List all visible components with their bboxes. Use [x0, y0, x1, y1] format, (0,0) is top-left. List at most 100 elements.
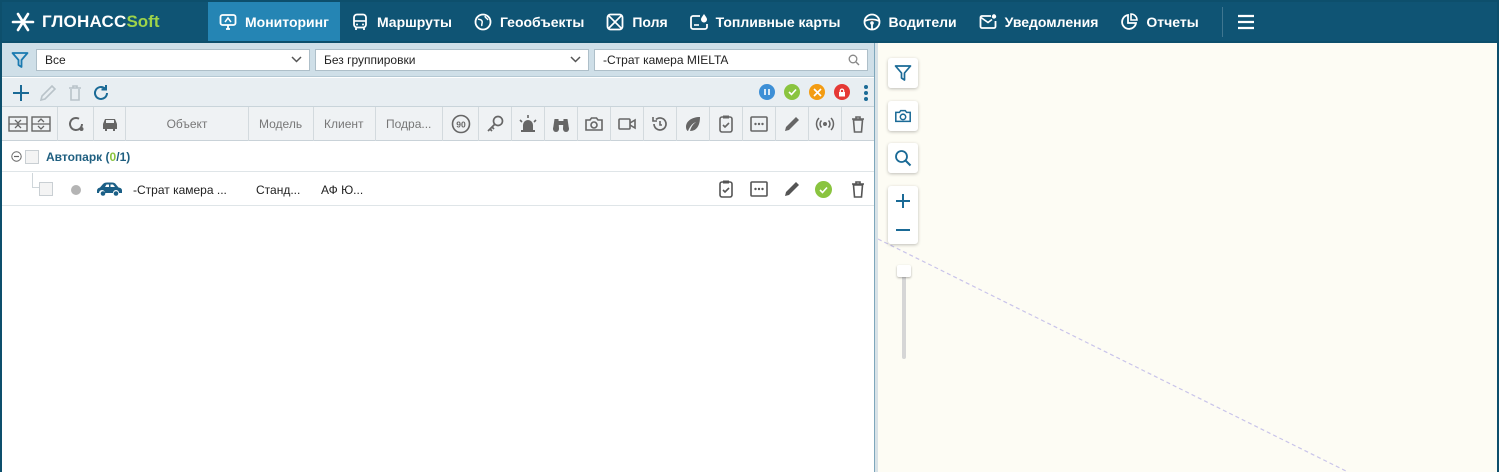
car-icon [102, 119, 117, 131]
field-icon [606, 13, 624, 30]
paused-filter-icon[interactable] [759, 84, 775, 100]
nav-geoobjects[interactable]: Геообъекты [463, 2, 595, 41]
logo-text: ГЛОНАСС [42, 11, 127, 31]
edit-column[interactable] [776, 107, 809, 141]
table-header: Объект Модель Клиент Подра... 90 [2, 107, 874, 141]
model-column-header[interactable]: Модель [249, 107, 314, 141]
search-input[interactable]: -Страт камера MIELTA [594, 49, 868, 71]
nav-fields[interactable]: Поля [595, 2, 678, 41]
status-refresh-icon [68, 117, 83, 131]
map-route-line [878, 238, 1349, 472]
more-column[interactable] [743, 107, 776, 141]
more-vertical-icon[interactable] [863, 84, 869, 102]
signal-icon [815, 117, 835, 131]
zoom-in-icon[interactable] [895, 193, 911, 209]
objects-panel: Все Без группировки -Страт камера MIELTA [2, 43, 874, 472]
group-row[interactable]: Автопарк (0/1) [2, 142, 874, 172]
table-row[interactable]: -Страт камера ... Станд... АФ Ю... [2, 173, 874, 206]
alarm-column[interactable] [512, 107, 545, 141]
status-column[interactable] [58, 107, 94, 141]
mail-icon [979, 13, 997, 29]
grouping-select[interactable]: Без группировки [315, 49, 589, 71]
zoom-out-icon[interactable] [895, 222, 911, 238]
status-select[interactable]: Все [36, 49, 310, 71]
object-column-label: Объект [166, 117, 208, 131]
refresh-icon[interactable] [91, 83, 111, 103]
online-status-icon[interactable] [815, 181, 832, 198]
client-column-header[interactable]: Клиент [314, 107, 376, 141]
eco-column[interactable] [677, 107, 710, 141]
group-checkbox[interactable] [25, 150, 39, 164]
nav-drivers[interactable]: Водители [852, 2, 968, 41]
client-column-label: Клиент [324, 117, 364, 131]
tasks-column[interactable] [710, 107, 743, 141]
zoom-slider-track[interactable] [902, 265, 906, 359]
nav-divider [1221, 6, 1223, 37]
zoom-control [888, 186, 918, 244]
bus-icon [353, 13, 367, 30]
logo[interactable]: ГЛОНАСС Soft [2, 2, 208, 41]
key-icon [487, 115, 504, 132]
division-column-label: Подра... [386, 117, 432, 131]
ignition-column[interactable] [479, 107, 512, 141]
locked-filter-icon[interactable] [834, 84, 850, 100]
more-box-icon[interactable] [749, 179, 769, 199]
nav-routes[interactable]: Маршруты [340, 2, 463, 41]
trash-icon[interactable] [848, 179, 868, 199]
pencil-icon[interactable] [782, 179, 802, 199]
nav-fuel-cards[interactable]: Топливные карты [679, 2, 852, 41]
connection-column[interactable] [809, 107, 842, 141]
video-column[interactable] [611, 107, 644, 141]
delete-column[interactable] [842, 107, 874, 141]
group-title: Автопарк (0/1) [46, 150, 131, 164]
car-icon [97, 182, 122, 196]
hamburger-icon[interactable] [1236, 14, 1256, 30]
trash-icon [852, 116, 864, 133]
map-screenshot-button[interactable] [888, 101, 918, 131]
grouping-select-value: Без группировки [324, 53, 416, 67]
row-checkbox[interactable] [39, 182, 53, 196]
reports-icon [1121, 12, 1139, 30]
division-column-header[interactable]: Подра... [376, 107, 443, 141]
add-icon[interactable] [11, 83, 31, 103]
monitor-icon [219, 13, 237, 30]
vehicle-type-column[interactable] [94, 107, 126, 141]
nav-fields-label: Поля [632, 13, 668, 30]
chevron-down-icon [570, 56, 581, 63]
nav-notifications[interactable]: Уведомления [968, 2, 1110, 41]
binoculars-icon [553, 119, 569, 132]
nav-notifications-label: Уведомления [1004, 13, 1099, 30]
nav-reports[interactable]: Отчеты [1109, 2, 1209, 41]
row-client: АФ Ю... [321, 183, 364, 197]
camera-icon [895, 109, 911, 123]
group-name: Автопарк [46, 150, 103, 164]
steering-wheel-icon [863, 13, 880, 30]
svg-text:90: 90 [456, 120, 466, 130]
speed-column[interactable]: 90 [443, 107, 479, 141]
service-filter-icon[interactable] [809, 84, 825, 100]
model-column-label: Модель [259, 117, 303, 131]
edit-icon[interactable] [38, 83, 58, 103]
nav-monitoring[interactable]: Мониторинг [208, 2, 340, 41]
connection-status-dot [71, 185, 81, 195]
history-column[interactable] [644, 107, 677, 141]
map-area[interactable] [878, 43, 1497, 472]
collapse-icon[interactable] [11, 151, 22, 162]
zoom-slider-handle[interactable] [897, 265, 911, 277]
delete-icon[interactable] [65, 83, 85, 103]
filter-icon[interactable] [11, 51, 29, 69]
filter-bar: Все Без группировки -Страт камера MIELTA [2, 43, 874, 77]
map-filter-button[interactable] [888, 58, 918, 88]
expand-collapse-column[interactable] [2, 107, 58, 141]
actions-toolbar [2, 78, 874, 107]
online-filter-icon[interactable] [784, 84, 800, 100]
speed-limit-icon: 90 [451, 114, 470, 134]
history-icon [652, 117, 667, 131]
fuel-card-icon [689, 13, 708, 30]
logo-text-soft: Soft [126, 11, 160, 31]
map-search-button[interactable] [888, 143, 918, 173]
photo-column[interactable] [578, 107, 611, 141]
object-column-header[interactable]: Объект [126, 107, 249, 141]
clipboard-check-icon[interactable] [716, 179, 736, 199]
track-column[interactable] [545, 107, 578, 141]
